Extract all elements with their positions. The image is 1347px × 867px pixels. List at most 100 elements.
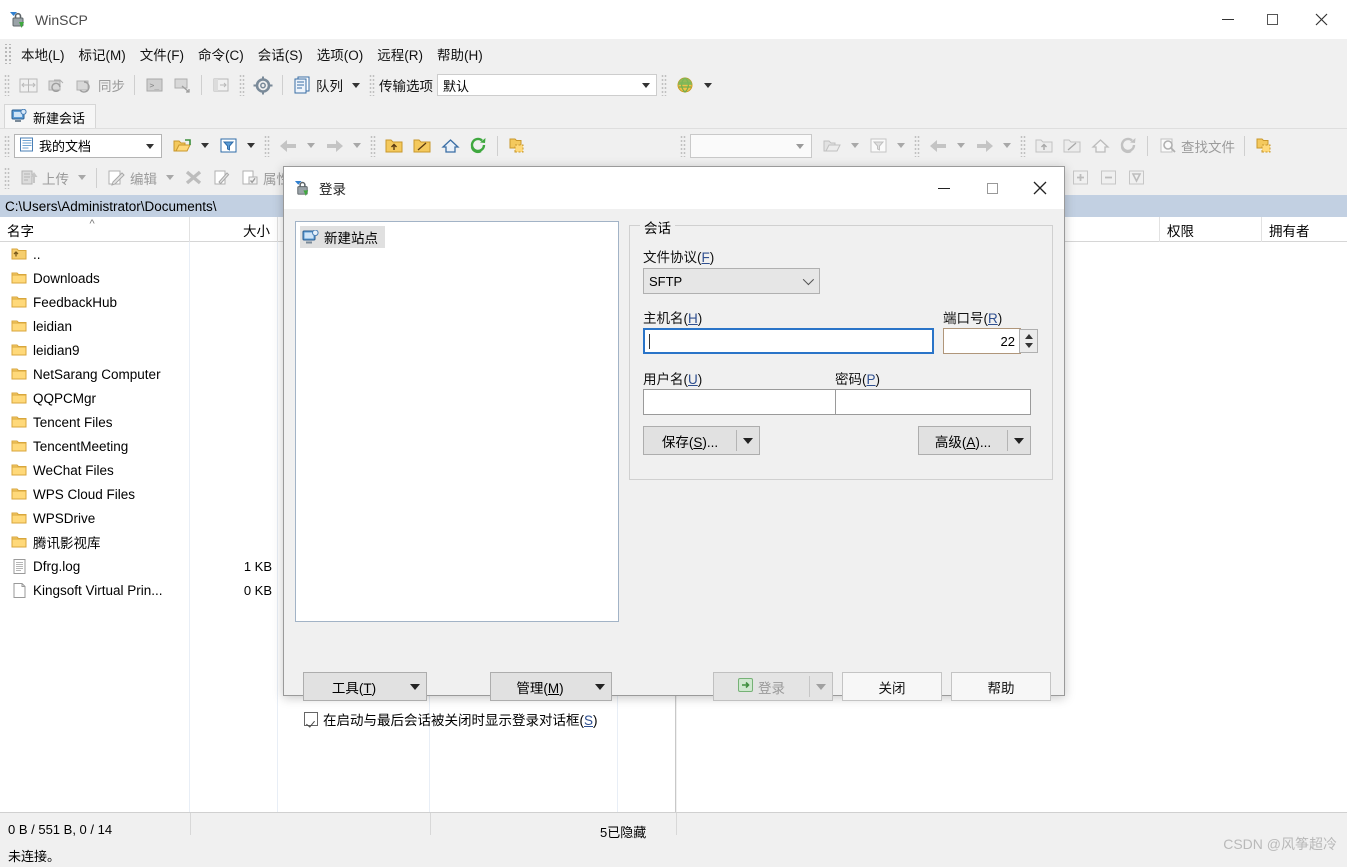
upload-label[interactable]: 上传	[42, 168, 69, 188]
sync-browsing-icon[interactable]	[42, 72, 70, 98]
menu-remote[interactable]: 远程(R)	[370, 41, 430, 67]
rename-icon[interactable]	[207, 165, 235, 191]
toolbar-grip-handle[interactable]	[4, 74, 10, 96]
maximize-button[interactable]	[1250, 0, 1295, 39]
remote-refresh-icon[interactable]	[1114, 133, 1142, 159]
delete-icon[interactable]	[179, 165, 207, 191]
filter-caret-icon[interactable]	[247, 143, 255, 148]
forward-history-caret-icon[interactable]	[353, 143, 361, 148]
close-button[interactable]: 关闭	[842, 672, 942, 701]
protocol-select[interactable]: SFTP	[643, 268, 820, 294]
show-login-dialog-checkbox-row[interactable]: 在启动与最后会话被关闭时显示登录对话框(S)	[304, 709, 598, 729]
remote-new-directory-icon[interactable]	[1250, 133, 1278, 159]
site-tree[interactable]: 新建站点	[295, 221, 619, 622]
parent-directory-icon[interactable]	[380, 133, 408, 159]
find-files-icon[interactable]	[1153, 133, 1181, 159]
remote-back-history-caret-icon[interactable]	[957, 143, 965, 148]
tools-dropdown-caret-icon[interactable]	[404, 684, 426, 690]
password-input[interactable]	[835, 389, 1031, 415]
stepper-up-icon[interactable]	[1025, 334, 1033, 339]
open-directory-caret-icon[interactable]	[201, 143, 209, 148]
advanced-split-button[interactable]: 高级(A)...	[918, 426, 1031, 455]
remote-home-directory-icon[interactable]	[1086, 133, 1114, 159]
menu-grip-handle[interactable]	[4, 44, 11, 64]
advanced-dropdown-caret-icon[interactable]	[1008, 438, 1030, 444]
login-split-button[interactable]: 登录	[713, 672, 833, 701]
queue-dropdown-caret-icon[interactable]	[352, 83, 360, 88]
remote-path-combo[interactable]	[690, 134, 812, 158]
refresh-icon[interactable]	[464, 133, 492, 159]
upload-caret-icon[interactable]	[78, 175, 86, 180]
menu-session[interactable]: 会话(S)	[251, 41, 310, 67]
show-login-dialog-checkbox[interactable]	[304, 712, 318, 726]
remote-filter-icon[interactable]	[864, 133, 892, 159]
filter-icon[interactable]	[214, 133, 242, 159]
local-col-name[interactable]: 名字 ^	[0, 217, 190, 242]
minimize-button[interactable]	[1205, 0, 1250, 39]
menu-help[interactable]: 帮助(H)	[430, 41, 490, 67]
open-directory-icon[interactable]	[168, 133, 196, 159]
remote-col-owner[interactable]: 拥有者	[1262, 217, 1347, 242]
back-history-caret-icon[interactable]	[307, 143, 315, 148]
select-files-icon[interactable]	[1066, 165, 1094, 191]
port-input[interactable]: 22	[943, 328, 1021, 354]
manage-dropdown-caret-icon[interactable]	[589, 684, 611, 690]
remote-dir-grip[interactable]	[1020, 135, 1026, 157]
forward-arrow-icon[interactable]	[320, 133, 348, 159]
preferences-gear-icon[interactable]	[249, 72, 277, 98]
compare-directories-icon[interactable]	[14, 72, 42, 98]
menu-local[interactable]: 本地(L)	[14, 41, 72, 67]
tools-split-button[interactable]: 工具(T)	[303, 672, 427, 701]
toolbar-grip-handle-2[interactable]	[239, 74, 245, 96]
open-terminal-icon[interactable]: >_	[140, 72, 168, 98]
invert-selection-icon[interactable]	[1122, 165, 1150, 191]
local-actions-grip[interactable]	[4, 167, 10, 189]
edit-caret-icon[interactable]	[166, 175, 174, 180]
menu-mark[interactable]: 标记(M)	[72, 41, 133, 67]
remote-forward-history-caret-icon[interactable]	[1003, 143, 1011, 148]
local-dir-grip[interactable]	[370, 135, 376, 157]
synchronize-icon[interactable]	[70, 72, 98, 98]
transfer-settings-globe-icon[interactable]	[671, 72, 699, 98]
remote-parent-directory-icon[interactable]	[1030, 133, 1058, 159]
menu-command[interactable]: 命令(C)	[191, 41, 251, 67]
dialog-maximize-button[interactable]	[968, 167, 1016, 209]
remote-toolbar-grip[interactable]	[680, 135, 686, 157]
remote-back-arrow-icon[interactable]	[924, 133, 952, 159]
local-drive-combo[interactable]: 我的文档	[14, 134, 162, 158]
local-col-size[interactable]: 大小	[190, 217, 278, 242]
close-button[interactable]	[1295, 0, 1347, 39]
tab-new-session[interactable]: 新建会话	[4, 104, 96, 129]
root-directory-icon[interactable]	[408, 133, 436, 159]
username-input[interactable]	[643, 389, 837, 415]
site-tree-item-new-site[interactable]: 新建站点	[300, 226, 385, 248]
toolbar-grip-handle-3[interactable]	[369, 74, 375, 96]
new-directory-icon[interactable]	[503, 133, 531, 159]
back-arrow-icon[interactable]	[274, 133, 302, 159]
transfer-options-combo[interactable]: 默认	[437, 74, 657, 96]
queue-list-icon[interactable]	[288, 72, 316, 98]
help-button[interactable]: 帮助	[951, 672, 1051, 701]
transfer-settings-caret-icon[interactable]	[704, 83, 712, 88]
remote-open-directory-icon[interactable]	[818, 133, 846, 159]
menu-options[interactable]: 选项(O)	[310, 41, 371, 67]
queue-panel-icon[interactable]	[207, 72, 235, 98]
find-files-label[interactable]: 查找文件	[1181, 136, 1235, 156]
dialog-minimize-button[interactable]	[920, 167, 968, 209]
local-nav-grip[interactable]	[264, 135, 270, 157]
save-dropdown-caret-icon[interactable]	[737, 438, 759, 444]
dialog-close-button[interactable]	[1016, 167, 1064, 209]
port-stepper[interactable]	[1019, 329, 1038, 353]
remote-forward-arrow-icon[interactable]	[970, 133, 998, 159]
remote-col-rights[interactable]: 权限	[1160, 217, 1262, 242]
edit-file-icon[interactable]	[102, 165, 130, 191]
remote-nav-grip[interactable]	[914, 135, 920, 157]
save-split-button[interactable]: 保存(S)...	[643, 426, 760, 455]
local-toolbar-grip[interactable]	[4, 135, 10, 157]
open-session-in-putty-icon[interactable]	[168, 72, 196, 98]
menu-file[interactable]: 文件(F)	[133, 41, 191, 67]
unselect-files-icon[interactable]	[1094, 165, 1122, 191]
remote-filter-caret-icon[interactable]	[897, 143, 905, 148]
edit-label[interactable]: 编辑	[130, 168, 157, 188]
home-directory-icon[interactable]	[436, 133, 464, 159]
